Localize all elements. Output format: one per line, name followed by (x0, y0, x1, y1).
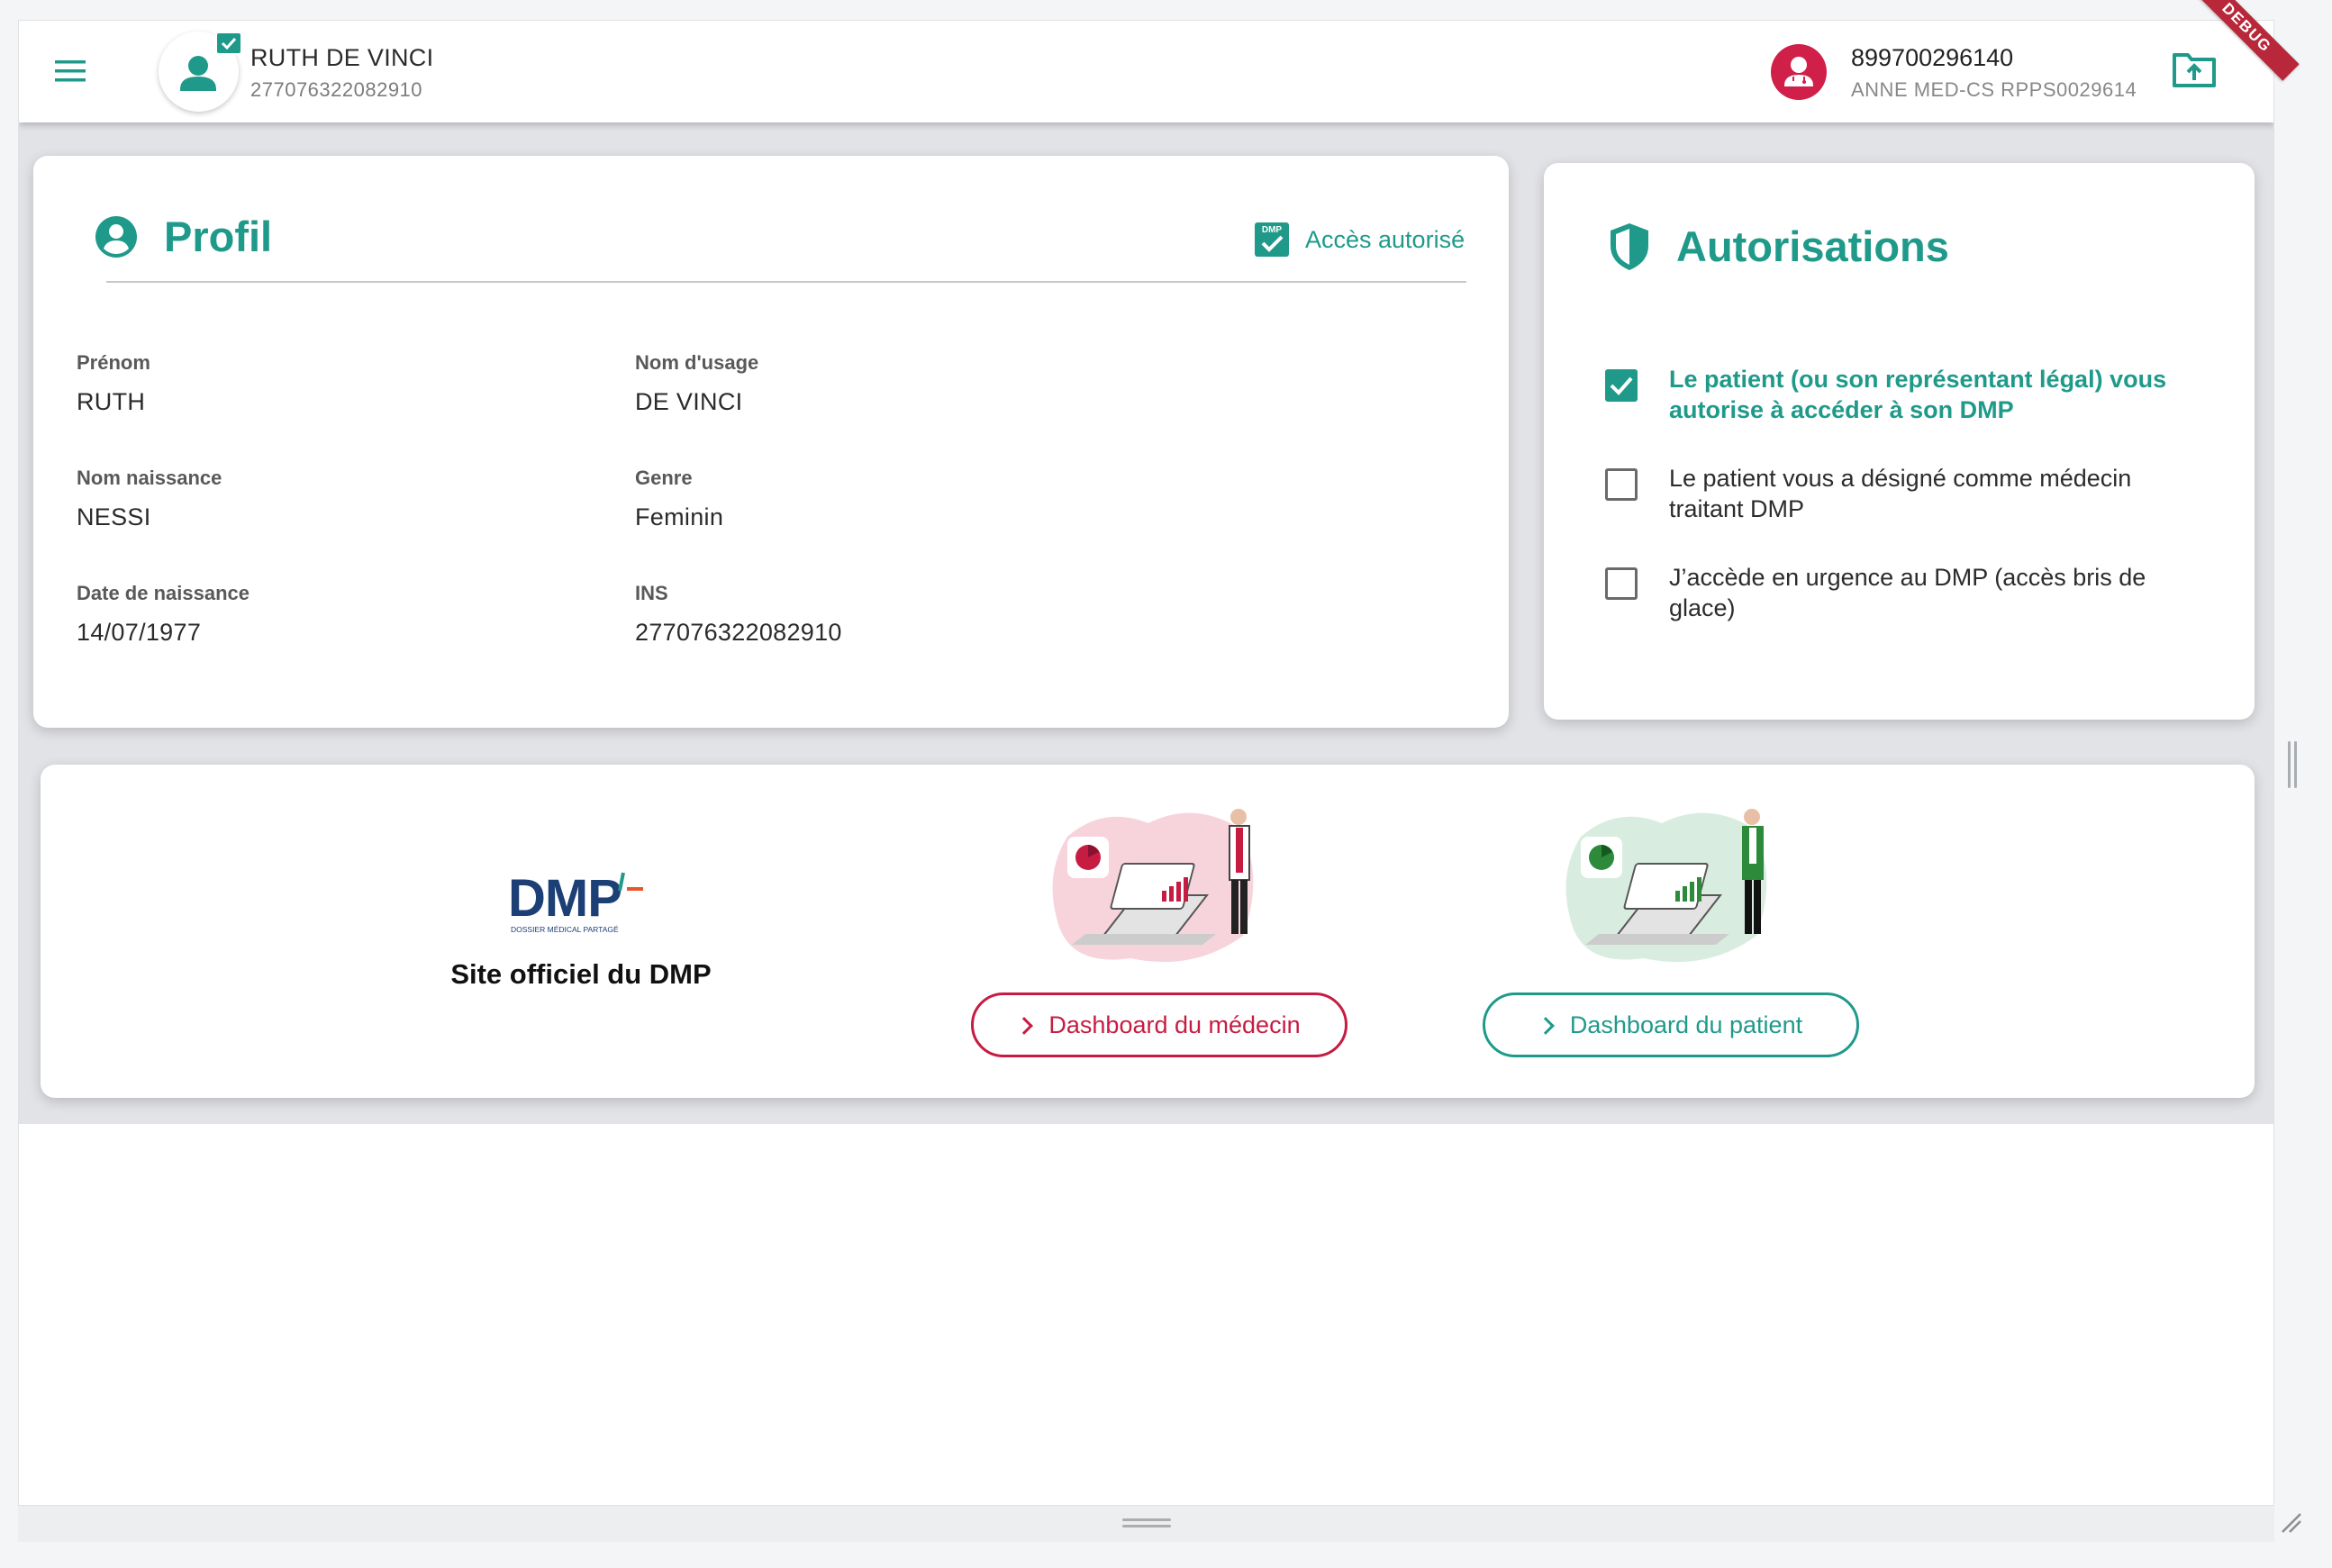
patient-name: RUTH DE VINCI (250, 44, 434, 71)
app-window: RUTH DE VINCI 277076322082910 8997002961… (18, 20, 2274, 1506)
field-label-date-naissance: Date de naissance (77, 582, 250, 604)
authorization-label: Le patient (ou son représentant légal) v… (1669, 366, 2167, 423)
field-label-nom-naissance: Nom naissance (77, 467, 222, 489)
field-label-nom-usage: Nom d'usage (635, 351, 759, 374)
profil-divider (106, 281, 1466, 283)
dmp-access-icon: DMP (1255, 222, 1289, 257)
shield-icon (1611, 223, 1648, 270)
field-label-prenom: Prénom (77, 351, 150, 374)
field-value-nom-naissance: NESSI (77, 503, 151, 530)
patient-dashboard-illustration (1565, 809, 1767, 963)
dmp-check-badge-icon (215, 32, 242, 55)
resize-handle-vertical[interactable] (2288, 741, 2291, 788)
patient-ins: 277076322082910 (250, 78, 423, 101)
authorization-bris-de-glace[interactable]: J’accède en urgence au DMP (accès bris d… (1605, 564, 2227, 630)
doctor-dashboard-button[interactable]: Dashboard du médecin (971, 992, 1347, 1057)
upload-folder-icon (2173, 53, 2216, 87)
authorization-patient-consent[interactable]: Le patient (ou son représentant légal) v… (1605, 366, 2227, 432)
doctor-dashboard-label: Dashboard du médecin (1048, 1011, 1301, 1038)
dmp-logo-text: DMP (508, 871, 622, 928)
dmp-logo-subtext: DOSSIER MÉDICAL PARTAGÉ (511, 925, 619, 934)
doctor-avatar[interactable] (1771, 44, 1827, 100)
links-card: DMP DOSSIER MÉDICAL PARTAGÉ Site officie… (41, 765, 2255, 1098)
patient-dashboard-label: Dashboard du patient (1569, 1011, 1803, 1038)
main-content: Profil DMP Accès autorisé Prénom RUTH No… (19, 122, 2273, 1124)
field-label-genre: Genre (635, 467, 693, 489)
field-value-prenom: RUTH (77, 388, 146, 415)
autorisations-title: Autorisations (1676, 222, 1949, 270)
profil-card: Profil DMP Accès autorisé Prénom RUTH No… (33, 156, 1509, 728)
authorization-label: J’accède en urgence au DMP (accès bris d… (1669, 564, 2146, 621)
dmp-logo-image: DMP DOSSIER MÉDICAL PARTAGÉ (508, 869, 643, 934)
account-circle-icon (95, 216, 137, 258)
field-label-ins: INS (635, 582, 668, 604)
checkbox-checked[interactable] (1605, 369, 1638, 402)
menu-button[interactable] (53, 57, 89, 86)
chevron-right-icon (1015, 1017, 1034, 1035)
doctor-id: 899700296140 (1851, 44, 2014, 71)
access-badge-text: DMP (1262, 225, 1283, 235)
doctor-icon (1784, 57, 1813, 86)
resize-handle-horizontal[interactable] (1122, 1518, 1171, 1521)
checkbox-unchecked[interactable] (1605, 567, 1638, 600)
check-icon (1610, 376, 1633, 395)
field-value-date-naissance: 14/07/1977 (77, 619, 202, 646)
access-status: Accès autorisé (1305, 226, 1465, 253)
dmp-logo[interactable]: DMP DOSSIER MÉDICAL PARTAGÉ (508, 869, 661, 936)
autorisations-card: Autorisations Le patient (ou son représe… (1544, 163, 2255, 720)
menu-icon (55, 60, 86, 82)
patient-dashboard-button[interactable]: Dashboard du patient (1483, 992, 1859, 1057)
checkbox-unchecked[interactable] (1605, 468, 1638, 501)
upload-button[interactable] (2172, 50, 2217, 89)
doctor-name: ANNE MED-CS RPPS0029614 (1851, 78, 2137, 101)
dmp-site-link[interactable]: Site officiel du DMP (428, 958, 734, 991)
chevron-right-icon (1537, 1017, 1555, 1035)
field-value-ins: 277076322082910 (635, 619, 842, 646)
doctor-dashboard-illustration (1052, 809, 1254, 963)
resize-corner-icon[interactable] (2277, 1509, 2304, 1536)
authorization-medecin-traitant[interactable]: Le patient vous a désigné comme médecin … (1605, 465, 2227, 531)
field-value-nom-usage: DE VINCI (635, 388, 743, 415)
app-bar: RUTH DE VINCI 277076322082910 8997002961… (19, 21, 2273, 122)
field-value-genre: Feminin (635, 503, 724, 530)
authorization-label: Le patient vous a désigné comme médecin … (1669, 465, 2132, 522)
window-bottom-bar (18, 1506, 2274, 1542)
profil-title: Profil (164, 213, 273, 260)
